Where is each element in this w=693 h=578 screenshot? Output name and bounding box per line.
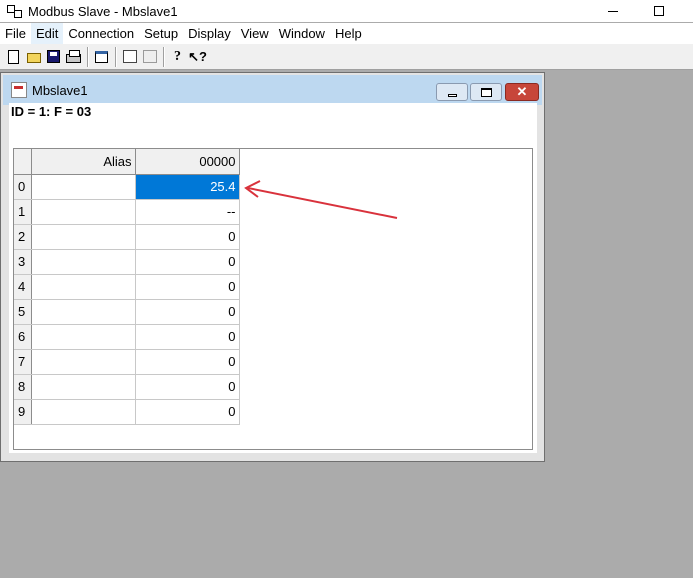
alias-cell[interactable] bbox=[31, 274, 136, 300]
toolbar-separator bbox=[115, 46, 117, 67]
help-button[interactable]: ? bbox=[168, 47, 187, 66]
table-row: 0 25.4 bbox=[14, 174, 240, 200]
document-icon bbox=[11, 82, 27, 98]
menu-help[interactable]: Help bbox=[330, 23, 367, 44]
alias-cell[interactable] bbox=[31, 349, 136, 375]
disconnect-icon bbox=[142, 50, 157, 63]
alias-cell[interactable] bbox=[31, 299, 136, 325]
whats-this-button[interactable]: ↖? bbox=[188, 47, 207, 66]
register-value-cell[interactable]: 0 bbox=[135, 224, 240, 250]
modbus-app-icon bbox=[6, 4, 22, 18]
child-close-button[interactable]: ✕ bbox=[505, 83, 539, 101]
connect-button[interactable] bbox=[120, 47, 139, 66]
app-title: Modbus Slave - Mbslave1 bbox=[28, 3, 178, 19]
alias-cell[interactable] bbox=[31, 249, 136, 275]
grid-header-row: Alias 00000 bbox=[14, 149, 240, 175]
new-icon bbox=[8, 49, 19, 64]
register-value-cell[interactable]: 0 bbox=[135, 274, 240, 300]
window-button[interactable] bbox=[92, 47, 111, 66]
save-icon bbox=[47, 50, 60, 63]
app-titlebar: Modbus Slave - Mbslave1 bbox=[0, 0, 693, 22]
child-title: Mbslave1 bbox=[32, 82, 88, 98]
maximize-icon bbox=[654, 6, 664, 16]
help-icon: ? bbox=[174, 48, 181, 64]
toolbar-separator bbox=[163, 46, 165, 67]
toolbar-separator bbox=[87, 46, 89, 67]
row-header[interactable]: 5 bbox=[14, 299, 32, 325]
register-value-cell[interactable]: 25.4 bbox=[135, 174, 240, 200]
new-button[interactable] bbox=[4, 47, 23, 66]
grid-corner bbox=[14, 149, 32, 175]
row-header[interactable]: 1 bbox=[14, 199, 32, 225]
register-value-cell[interactable]: 0 bbox=[135, 349, 240, 375]
alias-cell[interactable] bbox=[31, 174, 136, 200]
alias-cell[interactable] bbox=[31, 224, 136, 250]
child-maximize-button[interactable] bbox=[470, 83, 502, 101]
register-value-cell[interactable]: 0 bbox=[135, 399, 240, 425]
row-header[interactable]: 6 bbox=[14, 324, 32, 350]
child-minimize-button[interactable] bbox=[436, 83, 468, 101]
register-grid[interactable]: Alias 00000 0 25.4 1 -- 2 0 3 0 4 0 5 0 … bbox=[13, 148, 533, 450]
alias-cell[interactable] bbox=[31, 324, 136, 350]
child-client-area: ID = 1: F = 03 Alias 00000 0 25.4 1 -- 2… bbox=[9, 103, 537, 453]
table-row: 3 0 bbox=[14, 249, 240, 275]
child-titlebar[interactable]: Mbslave1 ✕ bbox=[3, 75, 542, 105]
menu-view[interactable]: View bbox=[236, 23, 274, 44]
table-row: 6 0 bbox=[14, 324, 240, 350]
table-row: 8 0 bbox=[14, 374, 240, 400]
minimize-button[interactable] bbox=[590, 0, 636, 22]
window-icon bbox=[95, 50, 108, 63]
table-row: 9 0 bbox=[14, 399, 240, 425]
disconnect-button[interactable] bbox=[140, 47, 159, 66]
open-icon bbox=[26, 53, 41, 63]
alias-cell[interactable] bbox=[31, 199, 136, 225]
alias-cell[interactable] bbox=[31, 399, 136, 425]
row-header[interactable]: 2 bbox=[14, 224, 32, 250]
register-value-cell[interactable]: 0 bbox=[135, 324, 240, 350]
print-icon bbox=[66, 49, 81, 63]
save-button[interactable] bbox=[44, 47, 63, 66]
row-header[interactable]: 7 bbox=[14, 349, 32, 375]
address-column-header[interactable]: 00000 bbox=[135, 149, 240, 175]
register-value-cell[interactable]: 0 bbox=[135, 249, 240, 275]
alias-column-header[interactable]: Alias bbox=[31, 149, 136, 175]
table-row: 1 -- bbox=[14, 199, 240, 225]
menu-window[interactable]: Window bbox=[274, 23, 330, 44]
row-header[interactable]: 3 bbox=[14, 249, 32, 275]
table-row: 2 0 bbox=[14, 224, 240, 250]
mbslave-window: Mbslave1 ✕ ID = 1: F = 03 Alias 00000 0 … bbox=[0, 72, 545, 462]
menu-edit[interactable]: Edit bbox=[30, 23, 64, 44]
menu-bar: File Edit Connection Setup Display View … bbox=[0, 23, 693, 44]
register-value-cell[interactable]: 0 bbox=[135, 299, 240, 325]
row-header[interactable]: 9 bbox=[14, 399, 32, 425]
table-row: 4 0 bbox=[14, 274, 240, 300]
row-header[interactable]: 4 bbox=[14, 274, 32, 300]
maximize-icon bbox=[480, 87, 492, 97]
row-header[interactable]: 8 bbox=[14, 374, 32, 400]
menu-display[interactable]: Display bbox=[183, 23, 236, 44]
menu-file[interactable]: File bbox=[0, 23, 31, 44]
whats-this-icon: ↖? bbox=[188, 48, 207, 64]
alias-cell[interactable] bbox=[31, 374, 136, 400]
register-value-cell[interactable]: 0 bbox=[135, 374, 240, 400]
menu-connection[interactable]: Connection bbox=[63, 23, 139, 44]
minimize-icon bbox=[608, 10, 618, 12]
table-row: 7 0 bbox=[14, 349, 240, 375]
print-button[interactable] bbox=[64, 47, 83, 66]
row-header[interactable]: 0 bbox=[14, 174, 32, 200]
menu-setup[interactable]: Setup bbox=[139, 23, 183, 44]
register-table: Alias 00000 0 25.4 1 -- 2 0 3 0 4 0 5 0 … bbox=[14, 149, 240, 425]
connect-icon bbox=[122, 50, 137, 63]
slave-status: ID = 1: F = 03 bbox=[11, 104, 92, 119]
open-button[interactable] bbox=[24, 47, 43, 66]
minimize-icon bbox=[447, 93, 457, 97]
close-icon: ✕ bbox=[516, 84, 528, 99]
maximize-button[interactable] bbox=[636, 0, 682, 22]
register-value-cell[interactable]: -- bbox=[135, 199, 240, 225]
toolbar: ? ↖? bbox=[0, 44, 693, 70]
table-row: 5 0 bbox=[14, 299, 240, 325]
